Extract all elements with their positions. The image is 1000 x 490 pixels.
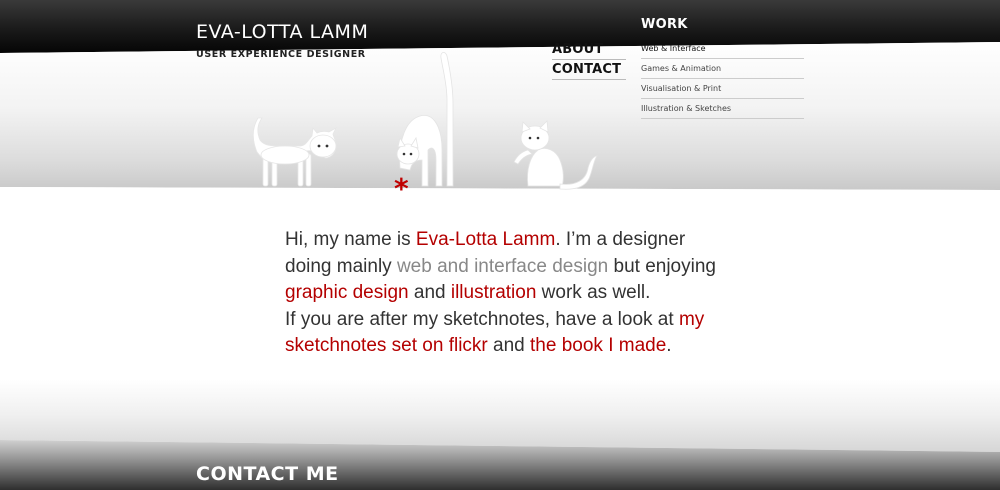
intro-text: but enjoying bbox=[608, 255, 716, 277]
work-item-illustration-sketches[interactable]: Illustration & Sketches bbox=[641, 99, 804, 119]
work-heading[interactable]: WORK bbox=[641, 17, 804, 35]
intro-text: . bbox=[666, 335, 672, 356]
nav-about-link[interactable]: ABOUT bbox=[552, 40, 626, 60]
graphic-design-link[interactable]: graphic design bbox=[285, 282, 409, 303]
contact-me-heading: CONTACT ME bbox=[196, 463, 339, 485]
intro-text: and bbox=[487, 335, 531, 356]
sketchnote-book-link[interactable]: the book I made bbox=[530, 335, 666, 356]
work-item-web-interface[interactable]: Web & Interface bbox=[641, 39, 804, 59]
work-submenu: Web & Interface Games & Animation Visual… bbox=[641, 39, 804, 119]
intro-paragraph: Hi, my name is Eva-Lotta Lamm. I’m a des… bbox=[285, 227, 725, 360]
web-interface-link[interactable]: web and interface design bbox=[397, 256, 608, 277]
work-navigation: WORK Web & Interface Games & Animation V… bbox=[641, 17, 804, 119]
main-navigation: ABOUT CONTACT bbox=[552, 40, 626, 80]
intro-text: Hi, my name is bbox=[285, 229, 416, 250]
name-link[interactable]: Eva-Lotta Lamm bbox=[416, 229, 555, 250]
site-tagline: USER EXPERIENCE DESIGNER bbox=[196, 49, 366, 60]
intro-text: work as well. bbox=[536, 282, 651, 303]
site-branding[interactable]: EVA-LOTTA LAMM bbox=[196, 21, 368, 43]
work-item-games-animation[interactable]: Games & Animation bbox=[641, 59, 804, 79]
asterisk-decoration: * bbox=[394, 172, 409, 205]
intro-text: If you are after my sketchnotes, have a … bbox=[285, 308, 679, 330]
illustration-link[interactable]: illustration bbox=[451, 282, 537, 303]
site-title[interactable]: EVA-LOTTA LAMM bbox=[196, 21, 368, 43]
intro-text: and bbox=[408, 282, 451, 303]
work-item-visualisation-print[interactable]: Visualisation & Print bbox=[641, 79, 804, 99]
nav-contact-link[interactable]: CONTACT bbox=[552, 60, 626, 80]
